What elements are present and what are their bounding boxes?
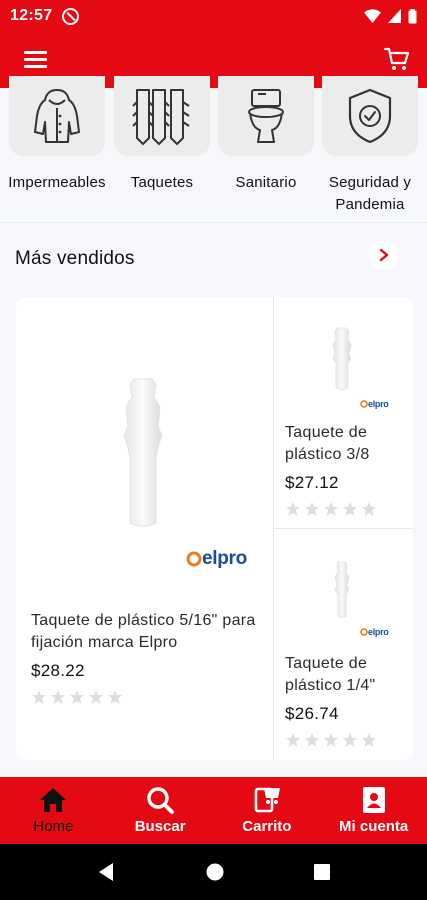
star-icon [362,733,376,747]
product-rating [285,732,409,748]
category-taquetes[interactable]: Taquetes [110,76,214,223]
category-card [9,76,105,156]
products-grid: elpro Taquete de plástico 5/16" para fij… [16,297,413,760]
account-icon [362,787,385,813]
star-icon [70,690,84,704]
product-rating [285,501,409,517]
brand-logo: elpro [186,548,247,570]
category-sanitario[interactable]: Sanitario [214,76,318,223]
star-icon [362,502,376,516]
category-card [114,76,210,156]
brand-name: elpro [368,627,389,637]
app-screen: 12:57 Impermeables Taquetes Sanitario Se… [0,0,427,900]
category-label: Taquetes [130,174,194,191]
home-icon [40,788,67,812]
nav-cart[interactable]: Carrito [214,777,321,844]
raincoat-icon [34,89,80,143]
do-not-disturb-icon [62,7,80,25]
product-card[interactable]: elpro Taquete de plástico 3/8 $27.12 [274,297,413,528]
nav-label: Home [33,818,74,835]
star-icon [51,690,65,704]
section-title: Más vendidos [15,248,135,269]
category-carousel: Impermeables Taquetes Sanitario Segurida… [0,76,427,223]
star-icon [32,690,46,704]
status-icons [364,8,417,24]
product-rating [31,689,263,705]
product-name: Taquete de plástico 3/8 [285,424,370,463]
product-card[interactable]: elpro Taquete de plástico 5/16" para fij… [16,297,273,760]
brand-logo: elpro [360,627,389,637]
system-nav-bar [0,844,427,900]
nav-search[interactable]: Buscar [107,777,214,844]
nav-label: Mi cuenta [339,818,409,835]
status-bar: 12:57 [0,0,427,32]
bottom-nav: Home Buscar Carrito Mi cuenta [0,777,427,844]
elpro-logo-mark [186,551,202,567]
star-icon [324,502,338,516]
product-name: Taquete de plástico 1/4" [285,655,376,694]
menu-icon[interactable] [24,49,48,69]
product-price: $26.74 [285,704,339,723]
brand-name: elpro [202,548,247,569]
product-price: $27.12 [285,473,339,492]
category-label: Impermeables [8,174,106,191]
section-more-button[interactable] [369,240,399,270]
star-icon [324,733,338,747]
star-icon [343,502,357,516]
star-icon [305,502,319,516]
wall-plugs-icon [132,89,190,145]
star-icon [305,733,319,747]
product-price: $28.22 [31,661,85,680]
category-label: Seguridad y Pandemia [328,174,412,213]
wifi-icon [364,9,381,23]
chevron-right-icon [379,248,389,262]
star-icon [286,733,300,747]
category-impermeables[interactable]: Impermeables [5,76,109,223]
brand-logo: elpro [360,399,389,409]
star-icon [89,690,103,704]
product-card[interactable]: elpro Taquete de plástico 1/4" $26.74 [274,529,413,760]
cell-signal-icon [388,9,401,23]
category-card [322,76,418,156]
product-image [334,561,350,618]
battery-icon [408,8,417,23]
category-seguridad-pandemia[interactable]: Seguridad y Pandemia [318,76,422,223]
recents-icon[interactable] [313,862,331,882]
nav-account[interactable]: Mi cuenta [320,777,427,844]
shield-check-icon [348,88,392,144]
brand-name: elpro [368,399,389,409]
elpro-logo-mark [360,628,368,636]
star-icon [286,502,300,516]
toilet-icon [248,89,284,143]
status-time: 12:57 [10,7,53,24]
nav-home[interactable]: Home [0,777,107,844]
product-image [332,327,352,390]
cart-icon[interactable] [383,45,411,73]
category-card [218,76,314,156]
product-image [123,378,163,527]
star-icon [108,690,122,704]
nav-label: Buscar [134,818,186,835]
search-icon [147,787,175,814]
back-icon[interactable] [97,862,115,882]
star-icon [343,733,357,747]
nav-label: Carrito [242,818,292,835]
cart-icon [254,787,280,813]
elpro-logo-mark [360,400,368,408]
home-button-icon[interactable] [205,862,225,882]
category-label: Sanitario [235,174,297,191]
product-name: Taquete de plástico 5/16" para fijación … [31,612,256,651]
